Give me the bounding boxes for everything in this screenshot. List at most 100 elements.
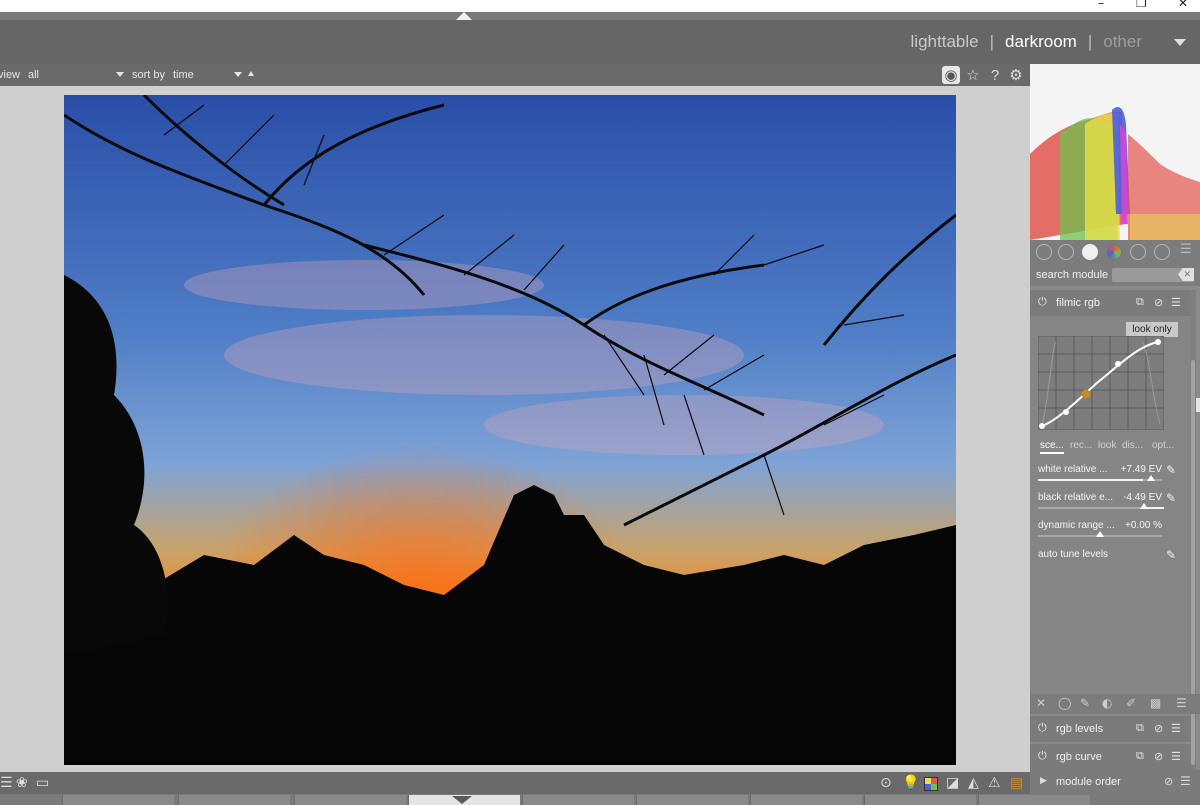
slider-knob[interactable] <box>1096 531 1104 537</box>
raw-overexposed-icon[interactable]: ⊙ <box>880 775 892 791</box>
tab-look[interactable]: look <box>1098 440 1116 451</box>
clipping-icon[interactable]: ◪ <box>946 775 959 791</box>
star-icon[interactable]: ☆ <box>964 66 982 84</box>
menu-icon[interactable]: ☰ <box>1176 696 1187 710</box>
presets-icon[interactable]: ☰ <box>1171 750 1181 763</box>
presets-icon[interactable]: ☰ <box>1171 296 1181 309</box>
quick-access-icon[interactable]: ☰ <box>0 775 13 791</box>
filmstrip-thumb[interactable] <box>978 795 1090 805</box>
rgb-levels-module-header[interactable]: ⏻ rgb levels ⧉ ⊘ ☰ <box>1030 716 1190 742</box>
help-icon[interactable]: ? <box>986 66 1004 84</box>
filmic-module-header[interactable]: ⏻ filmic rgb ⧉ ⊘ ☰ <box>1030 290 1190 316</box>
multi-instance-icon[interactable]: ⧉ <box>1136 722 1144 735</box>
multi-instance-icon[interactable]: ⧉ <box>1136 750 1144 763</box>
slider-value: +7.49 EV <box>1120 464 1162 475</box>
filmstrip-thumb[interactable] <box>636 795 748 805</box>
slider-knob[interactable] <box>1140 503 1148 509</box>
focus-peaking-icon[interactable]: ◉ <box>942 66 960 84</box>
filmstrip-thumb[interactable] <box>750 795 862 805</box>
reset-icon[interactable]: ⊘ <box>1154 296 1163 309</box>
search-label: search module <box>1036 269 1109 281</box>
chevron-down-icon[interactable] <box>234 72 242 77</box>
filmstrip-thumb[interactable] <box>522 795 634 805</box>
reset-icon[interactable]: ⊘ <box>1154 722 1163 735</box>
power-icon[interactable]: ⏻ <box>1038 750 1047 763</box>
auto-tune-levels-row[interactable]: auto tune levels <box>1036 549 1166 573</box>
top-panel-toggle-strip[interactable] <box>0 12 1200 20</box>
slider-value: -4.49 EV <box>1123 492 1162 503</box>
uniform-mask-icon[interactable]: ◯ <box>1058 696 1071 710</box>
auto-tune-label: auto tune levels <box>1038 549 1109 560</box>
bottom-toolbar: ☰ ❀ ▭ ⊙ 💡 ◪ ◭ ⚠ ▤ <box>0 772 1030 794</box>
iso12646-bulb-icon[interactable]: 💡 <box>902 775 919 791</box>
correct-icon[interactable] <box>1130 244 1146 260</box>
gamut-check-icon[interactable]: ⚠ <box>988 775 1001 791</box>
sort-select[interactable]: time <box>173 69 194 81</box>
filmstrip-thumb[interactable] <box>294 795 406 805</box>
tone-icon[interactable] <box>1082 244 1098 260</box>
module-name: filmic rgb <box>1056 297 1101 309</box>
module-name: rgb curve <box>1056 751 1102 763</box>
guides-icon[interactable]: ▤ <box>1010 775 1023 791</box>
filmic-curve-graph[interactable] <box>1037 335 1165 431</box>
power-icon[interactable]: ⏻ <box>1038 296 1047 309</box>
filmstrip-thumb[interactable] <box>178 795 290 805</box>
drawn-parametric-mask-icon[interactable]: ✐ <box>1126 696 1136 710</box>
color-picker-icon[interactable]: ✎ <box>1166 548 1176 562</box>
close-icon[interactable]: ✕ <box>1178 0 1188 10</box>
chevron-down-icon[interactable] <box>116 72 124 77</box>
tab-scene[interactable]: sce... <box>1040 440 1064 454</box>
color-icon[interactable] <box>1106 244 1122 260</box>
raster-mask-icon[interactable]: ▩ <box>1150 696 1161 710</box>
filmstrip-thumb[interactable] <box>864 795 976 805</box>
presets-icon[interactable]: ☰ <box>1180 774 1191 788</box>
dynamic-range-scaling-slider[interactable]: dynamic range ... +0.00 % <box>1036 520 1166 544</box>
tab-reconstruct[interactable]: rec... <box>1070 440 1092 451</box>
maximize-icon[interactable]: ❐ <box>1136 0 1147 10</box>
view-filter-select[interactable]: all <box>28 69 39 81</box>
tab-options[interactable]: opt... <box>1152 440 1174 451</box>
collapse-top-arrow-icon[interactable] <box>456 12 472 20</box>
collapse-bottom-arrow-icon[interactable] <box>452 796 472 804</box>
color-picker-icon[interactable]: ✎ <box>1166 463 1176 477</box>
reset-icon[interactable]: ⊘ <box>1154 750 1163 763</box>
sort-label: sort by <box>132 69 166 81</box>
styles-icon[interactable]: ❀ <box>16 775 28 791</box>
slider-knob[interactable] <box>1147 475 1155 481</box>
power-icon[interactable]: ⏻ <box>1038 722 1047 735</box>
drawn-mask-icon[interactable]: ✎ <box>1080 696 1090 710</box>
filmstrip-thumb[interactable] <box>62 795 174 805</box>
softproof-icon[interactable]: ◭ <box>968 775 979 791</box>
close-icon[interactable]: ✕ <box>1036 696 1046 710</box>
white-relative-exposure-slider[interactable]: white relative ... +7.49 EV <box>1036 464 1166 488</box>
view-darkroom[interactable]: darkroom <box>1005 32 1077 52</box>
view-other[interactable]: other <box>1103 32 1142 52</box>
histogram[interactable] <box>1030 64 1200 240</box>
module-order-row[interactable]: ▶ module order ⊘ ☰ <box>1030 770 1200 794</box>
effects-icon[interactable] <box>1154 244 1170 260</box>
photo-preview[interactable] <box>64 95 956 765</box>
look-only-button[interactable]: look only <box>1126 322 1178 337</box>
color-assessment-icon[interactable] <box>924 777 938 791</box>
sort-order-icon[interactable] <box>248 71 254 76</box>
window-titlebar: – ❐ ✕ <box>0 0 1200 12</box>
gear-icon[interactable]: ⚙ <box>1007 66 1025 84</box>
power-icon[interactable] <box>1036 244 1052 260</box>
chevron-down-icon[interactable] <box>1174 38 1186 46</box>
expand-arrow-icon[interactable]: ▶ <box>1040 775 1047 786</box>
tab-display[interactable]: dis... <box>1122 440 1143 451</box>
menu-icon[interactable]: ☰ <box>1180 242 1192 257</box>
module-name: rgb levels <box>1056 723 1104 735</box>
parametric-mask-icon[interactable]: ◐ <box>1102 696 1112 710</box>
reset-icon[interactable]: ⊘ <box>1164 775 1173 788</box>
multi-instance-icon[interactable]: ⧉ <box>1136 296 1144 309</box>
color-picker-icon[interactable]: ✎ <box>1166 491 1176 505</box>
minimize-icon[interactable]: – <box>1098 0 1104 10</box>
presets-icon[interactable]: ☰ <box>1171 722 1181 735</box>
black-relative-exposure-slider[interactable]: black relative e... -4.49 EV <box>1036 492 1166 516</box>
view-lighttable[interactable]: lighttable <box>911 32 979 52</box>
second-window-icon[interactable]: ▭ <box>36 775 49 791</box>
slider-label: black relative e... <box>1038 492 1114 503</box>
circle-icon[interactable] <box>1058 244 1074 260</box>
rgb-curve-module-header[interactable]: ⏻ rgb curve ⧉ ⊘ ☰ <box>1030 744 1190 770</box>
